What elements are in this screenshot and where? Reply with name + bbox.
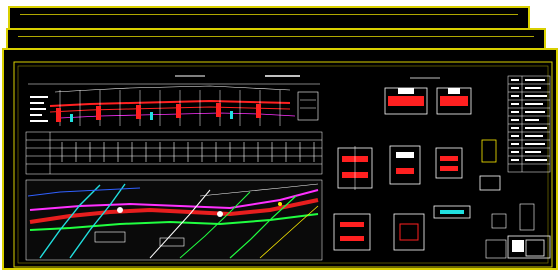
legend-table-text (511, 79, 547, 161)
cad-drawing-canvas (13, 61, 553, 268)
detail-middle-row (337, 139, 501, 191)
data-table-ticks (61, 142, 315, 162)
profile-drawing (28, 75, 320, 126)
detail-top-row (384, 77, 472, 115)
legend-table (507, 75, 551, 173)
plan-drawing (25, 179, 323, 261)
